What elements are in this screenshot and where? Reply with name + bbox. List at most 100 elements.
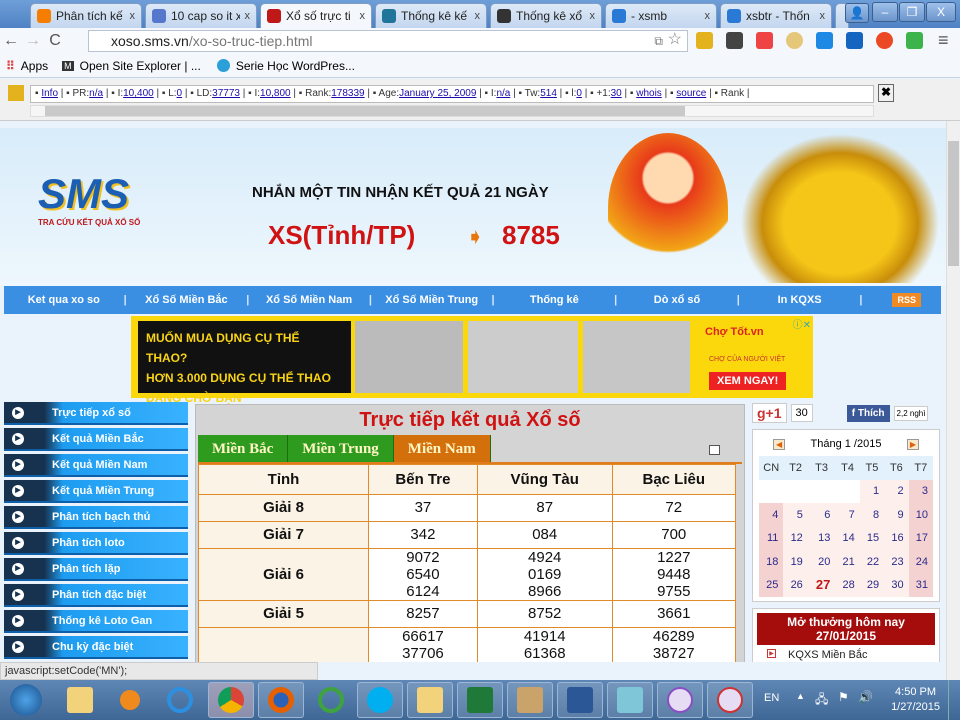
google-plus-button[interactable]: g+1 (752, 403, 787, 423)
ad-banner[interactable]: MUỐN MUA DỤNG CỤ THỂ THAO? HƠN 3.000 DỤNG… (131, 316, 813, 405)
d-extension-icon[interactable] (816, 32, 833, 49)
bookmark-apps[interactable]: Apps (21, 59, 48, 73)
calendar-day[interactable]: 29 (859, 573, 885, 597)
browser-tab[interactable]: Thống kê xổ x (490, 3, 602, 28)
media-player-icon[interactable] (107, 682, 153, 718)
calendar-day[interactable]: 3 (908, 479, 933, 503)
tab-close-icon[interactable]: x (245, 10, 251, 22)
browser-tab[interactable]: Thống kê kế x (375, 3, 487, 28)
seo-metric-link[interactable]: 0 (576, 88, 582, 99)
calendar-day[interactable]: 16 (884, 526, 909, 550)
seo-metric-link[interactable]: 37773 (212, 88, 240, 99)
calendar-day[interactable]: 25 (759, 573, 784, 597)
calendar-day[interactable]: 11 (759, 526, 784, 550)
sidebar-item[interactable]: ▶ Phân tích đặc biệt (4, 584, 188, 607)
region-tab[interactable]: Miền Bắc (198, 435, 289, 462)
forward-button[interactable]: → (22, 32, 44, 50)
calendar-day[interactable]: 12 (783, 526, 808, 550)
star-icon[interactable]: ☆ (668, 30, 682, 50)
minimize-button[interactable]: – (872, 2, 898, 22)
calendar-day[interactable]: 18 (759, 550, 784, 574)
action-center-flag-icon[interactable]: ⚑ (838, 690, 849, 704)
ad-cta-button[interactable]: XEM NGAY! (709, 372, 787, 390)
show-desktop-button[interactable] (948, 680, 960, 720)
internet-explorer-icon[interactable] (157, 682, 203, 718)
seo-metric-link[interactable]: 10,400 (123, 88, 154, 99)
horizontal-scrollbar[interactable] (30, 105, 874, 117)
tab-close-icon[interactable]: x (590, 10, 596, 22)
bookmark-open-site-explorer[interactable]: Open Site Explorer | ... (80, 59, 201, 73)
sidebar-item[interactable]: ▶ Thống kê Loto Gan (4, 610, 188, 633)
nav-link[interactable]: Thống kê (495, 294, 615, 306)
owl-extension-icon[interactable] (786, 32, 803, 49)
reload-button[interactable]: C (44, 32, 66, 50)
calendar-day[interactable]: 6 (807, 503, 836, 527)
calendar-day[interactable]: 20 (807, 550, 836, 574)
tab-close-icon[interactable]: x (705, 10, 711, 22)
excel-icon[interactable] (457, 682, 503, 718)
calendar-day[interactable]: 22 (859, 550, 885, 574)
calendar-day[interactable]: 4 (759, 503, 784, 527)
browser-tab[interactable]: - xsmb x (605, 3, 717, 28)
seo-metric-link[interactable]: 178339 (331, 88, 364, 99)
seo-metric-link[interactable]: n/a (496, 88, 510, 99)
paint-icon[interactable] (507, 682, 553, 718)
tab-close-icon[interactable]: x (475, 10, 481, 22)
start-button[interactable] (6, 682, 46, 718)
adchoices-icon[interactable]: ⓘ✕ (793, 316, 811, 331)
volume-icon[interactable]: 🔊 (858, 690, 873, 704)
delicious-icon[interactable] (846, 32, 863, 49)
calendar-day[interactable]: 1 (859, 479, 885, 503)
nav-link[interactable]: Xổ Số Miền Nam (249, 294, 369, 306)
nav-link[interactable]: Xổ Số Miền Trung (372, 294, 492, 306)
seo-metric-link[interactable]: Info (41, 88, 58, 99)
nav-link[interactable]: Xổ Số Miền Bắc (127, 294, 247, 306)
word-icon[interactable] (557, 682, 603, 718)
seoquake-icon[interactable] (8, 85, 24, 101)
calendar-day[interactable]: 15 (859, 526, 885, 550)
calendar-day[interactable]: 17 (908, 526, 933, 550)
calendar-day[interactable]: 23 (884, 550, 909, 574)
calendar-day[interactable]: 14 (835, 526, 860, 550)
browser-tab[interactable]: Xổ số trực ti x (260, 3, 372, 28)
calendar-day[interactable]: 5 (783, 503, 808, 527)
nav-link[interactable]: Dò xổ số (617, 294, 737, 306)
nav-link[interactable]: In KQXS (740, 294, 860, 306)
browser-tab[interactable]: xsbtr - Thốn x (720, 3, 832, 28)
vertical-scrollbar[interactable] (946, 121, 960, 680)
calendar-day[interactable]: 9 (884, 503, 909, 527)
calendar-day[interactable]: 10 (908, 503, 933, 527)
region-tab[interactable]: Miền Trung (288, 435, 394, 462)
popout-icon[interactable] (709, 445, 720, 455)
skype-icon[interactable] (357, 682, 403, 718)
bookmark-serie-wordpress[interactable]: Serie Học WordPres... (236, 59, 355, 73)
notepad-icon[interactable] (607, 682, 653, 718)
mail-icon[interactable] (407, 682, 453, 718)
show-hidden-icons[interactable]: ▲ (796, 691, 805, 701)
tab-close-icon[interactable]: x (360, 10, 366, 22)
sidebar-item[interactable]: ▶ Kết quả Miền Trung (4, 480, 188, 503)
calendar-day[interactable]: 28 (835, 573, 860, 597)
coccoc-icon[interactable] (308, 682, 354, 718)
calendar-day[interactable]: 2 (884, 479, 909, 503)
rss-button[interactable]: RSS (892, 293, 921, 307)
sidebar-item[interactable]: ▶ Trực tiếp xổ số (4, 402, 188, 425)
chrome-icon[interactable] (208, 682, 254, 718)
next-month-button[interactable]: ▶ (906, 438, 919, 450)
seo-metric-link[interactable]: January 25, 2009 (399, 88, 476, 99)
seo-metric-link[interactable]: 30 (611, 88, 622, 99)
sidebar-item[interactable]: ▶ Kết quả Miền Bắc (4, 428, 188, 451)
calendar-day[interactable]: 31 (908, 573, 933, 597)
seo-metric-link[interactable]: whois (636, 88, 662, 99)
sidebar-item[interactable]: ▶ Chu kỳ đặc biệt (4, 636, 188, 659)
tab-close-icon[interactable]: x (820, 10, 826, 22)
calendar-day[interactable]: 21 (835, 550, 860, 574)
back-button[interactable]: ← (0, 32, 22, 50)
today-link[interactable]: ▶ KQXS Miền Bắc (757, 645, 935, 662)
calendar-today[interactable]: 27 (807, 573, 836, 597)
tab-close-icon[interactable]: x (130, 10, 136, 22)
extension-green-icon[interactable] (906, 32, 923, 49)
sidebar-item[interactable]: ▶ Phân tích lặp (4, 558, 188, 581)
browser-tab[interactable]: Phân tích kế x (30, 3, 142, 28)
close-window-button[interactable]: X (926, 2, 956, 22)
